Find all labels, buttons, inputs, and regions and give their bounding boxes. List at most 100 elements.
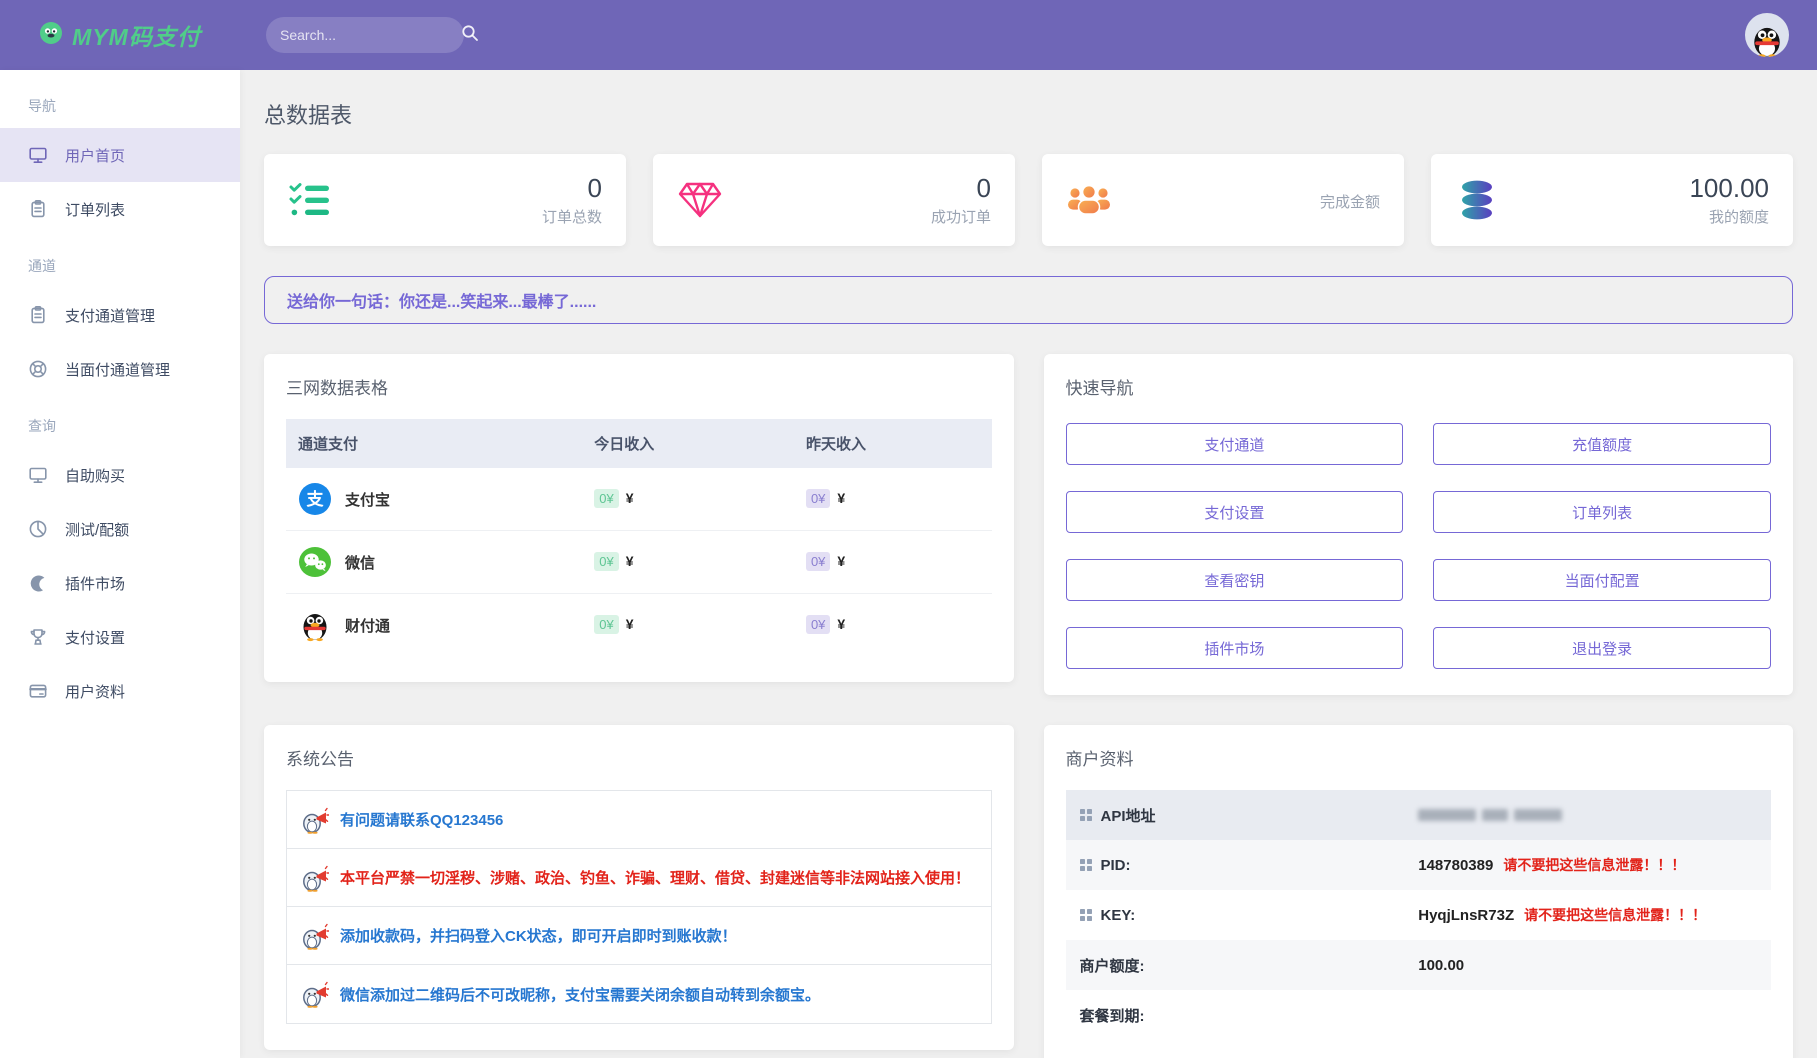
logo: MYM码支付 bbox=[0, 18, 240, 52]
stat-label: 订单总数 bbox=[542, 206, 602, 227]
quick-nav-button-pay-settings[interactable]: 支付设置 bbox=[1066, 491, 1404, 533]
main-content: 总数据表 0 订单总数 0 成功订单 完成金额 bbox=[240, 70, 1817, 1058]
sidebar-item-pay-settings[interactable]: 支付设置 bbox=[0, 610, 240, 664]
merchant-row-pid: PID: 148780389 请不要把这些信息泄露！！！ bbox=[1066, 840, 1772, 890]
sidebar: 导航 用户首页 订单列表 通道 支付通道管理 当面付通道管理 查询 自助购买 测… bbox=[0, 70, 240, 1058]
quick-nav-button-order-list[interactable]: 订单列表 bbox=[1433, 491, 1771, 533]
crescent-icon bbox=[28, 573, 48, 593]
stat-value: 0 bbox=[931, 173, 991, 204]
svg-text:支: 支 bbox=[307, 489, 325, 509]
stat-card-success-orders: 0 成功订单 bbox=[653, 154, 1015, 246]
sidebar-item-label: 自助购买 bbox=[65, 465, 125, 486]
stat-label: 我的额度 bbox=[1689, 206, 1769, 227]
sidebar-item-label: 支付设置 bbox=[65, 627, 125, 648]
currency-symbol: ¥ bbox=[837, 553, 845, 569]
yesterday-income-badge: 0¥ bbox=[806, 615, 830, 634]
currency-symbol: ¥ bbox=[837, 616, 845, 632]
merchant-label: 商户额度: bbox=[1080, 955, 1145, 976]
currency-symbol: ¥ bbox=[626, 553, 634, 569]
pie-chart-icon bbox=[28, 519, 48, 539]
stat-card-total-orders: 0 订单总数 bbox=[264, 154, 626, 246]
table-row-wechat: 微信 0¥¥ 0¥¥ bbox=[286, 531, 992, 594]
table-row-alipay: 支 支付宝 0¥ ¥ 0¥ ¥ bbox=[286, 468, 992, 531]
sidebar-item-plugin-market[interactable]: 插件市场 bbox=[0, 556, 240, 610]
quick-nav-button-recharge-quota[interactable]: 充值额度 bbox=[1433, 423, 1771, 465]
col-header: 昨天收入 bbox=[794, 419, 992, 468]
card-title: 三网数据表格 bbox=[286, 374, 992, 399]
yesterday-income-badge: 0¥ bbox=[806, 552, 830, 571]
col-header: 今日收入 bbox=[582, 419, 794, 468]
quick-nav-button-pay-channel[interactable]: 支付通道 bbox=[1066, 423, 1404, 465]
announcement-text: 微信添加过二维码后不可改昵称，支付宝需要关闭余额自动转到余额宝。 bbox=[340, 984, 820, 1005]
table-row-tenpay: 财付通 0¥¥ 0¥¥ bbox=[286, 594, 992, 657]
merchant-row-plan-expiry: 套餐到期: bbox=[1066, 990, 1772, 1040]
sidebar-section-channel: 通道 bbox=[0, 236, 240, 288]
stat-label: 成功订单 bbox=[931, 206, 991, 227]
megaphone-penguin-icon bbox=[301, 806, 329, 834]
sidebar-item-label: 用户资料 bbox=[65, 681, 125, 702]
leak-warning: 请不要把这些信息泄露！！！ bbox=[1524, 905, 1706, 925]
diamond-icon bbox=[677, 179, 723, 221]
sidebar-item-label: 用户首页 bbox=[65, 145, 125, 166]
monitor-icon bbox=[28, 465, 48, 485]
yesterday-income-badge: 0¥ bbox=[806, 489, 830, 508]
users-icon bbox=[1066, 180, 1112, 220]
currency-symbol: ¥ bbox=[837, 490, 845, 506]
grid-icon bbox=[1080, 909, 1092, 921]
channel-name: 支付宝 bbox=[345, 489, 390, 510]
quick-nav-button-view-key[interactable]: 查看密钥 bbox=[1066, 559, 1404, 601]
redacted-api-value bbox=[1418, 809, 1562, 821]
tri-network-table-card: 三网数据表格 通道支付 今日收入 昨天收入 支 支付宝 bbox=[264, 354, 1014, 682]
sidebar-item-self-purchase[interactable]: 自助购买 bbox=[0, 448, 240, 502]
quick-nav-button-logout[interactable]: 退出登录 bbox=[1433, 627, 1771, 669]
announcement-row: 有问题请联系QQ123456 bbox=[287, 791, 991, 849]
announcement-text: 有问题请联系QQ123456 bbox=[340, 809, 503, 830]
page-title: 总数据表 bbox=[264, 98, 1793, 130]
system-announcements-card: 系统公告 有问题请联系QQ123456 本平台严禁一切淫秽、涉赌、政治、钓鱼、诈… bbox=[264, 725, 1014, 1050]
card-title: 系统公告 bbox=[286, 745, 992, 770]
sidebar-item-label: 插件市场 bbox=[65, 573, 125, 594]
merchant-row-key: KEY: HyqjLnsR73Z 请不要把这些信息泄露！！！ bbox=[1066, 890, 1772, 940]
monitor-icon bbox=[28, 145, 48, 165]
search-icon[interactable] bbox=[461, 24, 479, 47]
sidebar-item-order-list[interactable]: 订单列表 bbox=[0, 182, 240, 236]
channel-name: 微信 bbox=[345, 552, 375, 573]
sidebar-item-test-quota[interactable]: 测试/配额 bbox=[0, 502, 240, 556]
user-avatar[interactable] bbox=[1745, 13, 1789, 57]
sidebar-item-label: 支付通道管理 bbox=[65, 305, 155, 326]
search-input[interactable] bbox=[280, 27, 461, 43]
col-header: 通道支付 bbox=[286, 419, 582, 468]
quick-nav-button-f2f-config[interactable]: 当面付配置 bbox=[1433, 559, 1771, 601]
stat-card-my-quota: 100.00 我的额度 bbox=[1431, 154, 1793, 246]
merchant-row-quota: 商户额度: 100.00 bbox=[1066, 940, 1772, 990]
stat-value: 0 bbox=[542, 173, 602, 204]
wechat-icon bbox=[298, 545, 332, 579]
sidebar-item-user-home[interactable]: 用户首页 bbox=[0, 128, 240, 182]
app-header: MYM码支付 bbox=[0, 0, 1817, 70]
sidebar-item-f2f-channel-mgmt[interactable]: 当面付通道管理 bbox=[0, 342, 240, 396]
merchant-label: KEY: bbox=[1101, 907, 1136, 924]
announcement-text: 本平台严禁一切淫秽、涉赌、政治、钓鱼、诈骗、理财、借贷、封建迷信等非法网站接入使… bbox=[340, 867, 970, 888]
quick-nav-button-plugin-market[interactable]: 插件市场 bbox=[1066, 627, 1404, 669]
announcement-row: 微信添加过二维码后不可改昵称，支付宝需要关闭余额自动转到余额宝。 bbox=[287, 965, 991, 1023]
quick-nav-card: 快速导航 支付通道 充值额度 支付设置 订单列表 查看密钥 当面付配置 插件市场… bbox=[1044, 354, 1794, 695]
merchant-label: 套餐到期: bbox=[1080, 1005, 1145, 1026]
alipay-icon: 支 bbox=[298, 482, 332, 516]
stat-label: 完成金额 bbox=[1320, 191, 1380, 212]
trophy-icon bbox=[28, 627, 48, 647]
merchant-info-card: 商户资料 API地址 PID: bbox=[1044, 725, 1794, 1058]
currency-symbol: ¥ bbox=[626, 490, 634, 506]
megaphone-penguin-icon bbox=[301, 922, 329, 950]
search-bar bbox=[266, 17, 464, 53]
sidebar-item-user-profile[interactable]: 用户资料 bbox=[0, 664, 240, 718]
credit-card-icon bbox=[28, 681, 48, 701]
merchant-label: PID: bbox=[1101, 857, 1131, 874]
sidebar-section-query: 查询 bbox=[0, 396, 240, 448]
channel-name: 财付通 bbox=[345, 615, 390, 636]
today-income-badge: 0¥ bbox=[594, 489, 618, 508]
currency-symbol: ¥ bbox=[626, 616, 634, 632]
megaphone-penguin-icon bbox=[301, 864, 329, 892]
notice-text: 送给你一句话：你还是...笑起来...最棒了...... bbox=[287, 288, 596, 312]
sidebar-item-pay-channel-mgmt[interactable]: 支付通道管理 bbox=[0, 288, 240, 342]
card-title: 商户资料 bbox=[1066, 745, 1772, 770]
